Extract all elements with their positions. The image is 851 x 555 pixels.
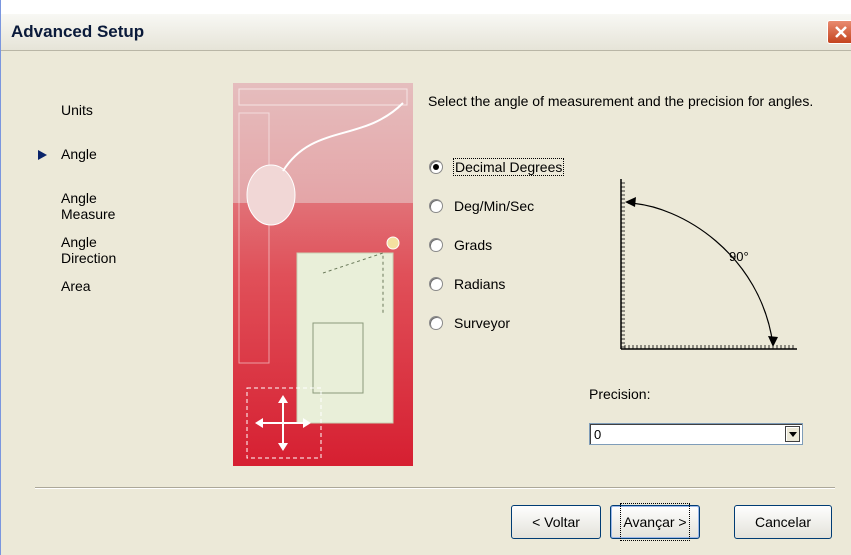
step-angle-direction: Angle Direction bbox=[61, 234, 117, 266]
cancel-button[interactable]: Cancelar bbox=[734, 505, 832, 539]
close-icon bbox=[835, 26, 847, 38]
radio-label[interactable]: Decimal Degrees bbox=[452, 158, 565, 176]
window-title: Advanced Setup bbox=[11, 22, 145, 41]
next-button[interactable]: Avançar > bbox=[610, 503, 700, 541]
step-angle-measure: Angle Measure bbox=[61, 190, 116, 222]
current-step-arrow-icon bbox=[38, 150, 47, 160]
radio-label[interactable]: Surveyor bbox=[454, 315, 510, 331]
radio-label[interactable]: Radians bbox=[454, 276, 505, 292]
precision-dropdown-button[interactable] bbox=[785, 426, 800, 442]
back-button-label: < Voltar bbox=[532, 514, 580, 530]
radio-button[interactable] bbox=[429, 277, 443, 291]
chevron-down-icon bbox=[789, 432, 797, 437]
step-units: Units bbox=[61, 102, 93, 118]
top-margin bbox=[1, 0, 851, 14]
instruction-text: Select the angle of measurement and the … bbox=[428, 93, 814, 109]
radio-button[interactable] bbox=[429, 316, 443, 330]
precision-label: Precision: bbox=[589, 386, 651, 402]
setup-illustration bbox=[233, 83, 413, 466]
radio-decimal-degrees[interactable]: Decimal Degrees bbox=[429, 157, 565, 177]
radio-surveyor[interactable]: Surveyor bbox=[429, 313, 510, 333]
radio-button[interactable] bbox=[429, 160, 443, 174]
radio-grads[interactable]: Grads bbox=[429, 235, 492, 255]
next-button-label: Avançar > bbox=[620, 503, 690, 541]
step-angle: Angle bbox=[61, 146, 97, 162]
step-area: Area bbox=[61, 278, 91, 294]
footer-divider bbox=[35, 487, 835, 489]
radio-label[interactable]: Deg/Min/Sec bbox=[454, 198, 534, 214]
radio-radians[interactable]: Radians bbox=[429, 274, 505, 294]
radio-label[interactable]: Grads bbox=[454, 237, 492, 253]
precision-select[interactable]: 0 bbox=[589, 423, 803, 445]
radio-deg-min-sec[interactable]: Deg/Min/Sec bbox=[429, 196, 534, 216]
radio-button[interactable] bbox=[429, 238, 443, 252]
title-bar[interactable]: Advanced Setup bbox=[1, 14, 851, 51]
cancel-button-label: Cancelar bbox=[754, 514, 812, 530]
close-button[interactable] bbox=[827, 20, 851, 44]
back-button[interactable]: < Voltar bbox=[511, 505, 601, 539]
angle-value-label: 90° bbox=[729, 249, 749, 264]
radio-button[interactable] bbox=[429, 199, 443, 213]
advanced-setup-window: Advanced Setup Units Angle Angle Measure… bbox=[0, 0, 851, 555]
precision-value: 0 bbox=[594, 427, 602, 442]
angle-diagram: 90° bbox=[620, 179, 797, 350]
